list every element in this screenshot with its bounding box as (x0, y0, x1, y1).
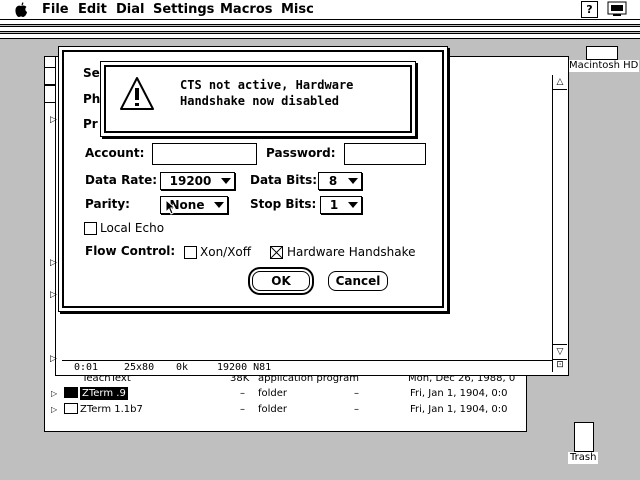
chevron-down-icon (221, 178, 231, 184)
window-title-edge (0, 19, 640, 25)
alert-message: CTS not active, Hardware Handshake now d… (180, 77, 353, 109)
terminal-status-bar: 0:01 25x80 0k 19200 N81 (62, 360, 552, 375)
flow-control-label: Flow Control: (85, 244, 176, 258)
alert-message-line: Handshake now disabled (180, 94, 339, 108)
chevron-down-icon (348, 178, 358, 184)
xon-xoff-checkbox[interactable] (184, 246, 197, 259)
account-label: Account: (85, 146, 145, 160)
chevron-down-icon (214, 202, 224, 208)
application-menu-icon[interactable] (607, 1, 629, 17)
help-menu-icon[interactable]: ? (581, 1, 598, 18)
menu-file[interactable]: File (42, 1, 69, 18)
stop-bits-label: Stop Bits: (250, 197, 317, 211)
hardware-handshake-checkbox[interactable] (270, 246, 283, 259)
status-size: 25x80 (124, 362, 155, 373)
chevron-down-icon (348, 202, 358, 208)
trash-label[interactable]: Trash (568, 452, 599, 464)
ok-button[interactable]: OK (252, 271, 310, 291)
disclosure-triangle-icon[interactable]: ▷ (50, 354, 57, 364)
dialog-partial-label: Se (83, 66, 100, 80)
data-bits-popup[interactable]: 8 (318, 172, 362, 190)
disclosure-triangle-icon[interactable]: ▷ (50, 258, 57, 268)
apple-menu-icon[interactable] (13, 1, 29, 18)
data-bits-label: Data Bits: (250, 173, 318, 187)
local-echo-label[interactable]: Local Echo (100, 221, 164, 236)
disclosure-triangle-icon[interactable]: ▷ (50, 115, 57, 125)
vertical-scrollbar[interactable]: △ ▽ ⊡ (552, 75, 567, 372)
local-echo-checkbox[interactable] (84, 222, 97, 235)
list-item[interactable]: ▷ ZTerm .9 – folder – Fri, Jan 1, 1904, … (50, 387, 520, 400)
menu-bar: File Edit Dial Settings Macros Misc ? (0, 0, 640, 20)
parity-label: Parity: (85, 197, 130, 211)
dialog-partial-label: Ph (83, 92, 101, 106)
disclosure-triangle-icon[interactable]: ▷ (50, 290, 57, 300)
menu-misc[interactable]: Misc (281, 1, 314, 18)
cancel-button[interactable]: Cancel (328, 271, 388, 291)
window-title-edge (0, 26, 640, 32)
disclosure-triangle-icon[interactable]: ▷ (51, 403, 57, 416)
menu-settings[interactable]: Settings (153, 1, 214, 18)
alert-message-line: CTS not active, Hardware (180, 78, 354, 92)
hard-disk-icon[interactable] (586, 46, 618, 60)
menu-macros[interactable]: Macros (220, 1, 273, 18)
menu-dial[interactable]: Dial (116, 1, 144, 18)
scroll-up-arrow-icon[interactable]: △ (553, 75, 567, 90)
trash-icon[interactable] (574, 422, 594, 452)
xon-xoff-label[interactable]: Xon/Xoff (200, 245, 251, 260)
list-item[interactable]: ▷ ZTerm 1.1b7 – folder – Fri, Jan 1, 190… (50, 403, 520, 416)
menu-edit[interactable]: Edit (78, 1, 107, 18)
data-rate-label: Data Rate: (85, 173, 158, 187)
alert-dialog: CTS not active, Hardware Handshake now d… (100, 61, 416, 137)
status-mode: 19200 N81 (217, 362, 272, 373)
status-buffer: 0k (176, 362, 189, 373)
disclosure-triangle-icon[interactable]: ▷ (51, 387, 57, 400)
dialog-partial-label: Pr (83, 117, 98, 131)
resize-box-icon[interactable]: ⊡ (553, 358, 567, 372)
password-label: Password: (266, 146, 336, 160)
password-field[interactable] (344, 143, 426, 165)
data-rate-popup[interactable]: 19200 (160, 172, 235, 190)
stop-bits-popup[interactable]: 1 (320, 196, 362, 214)
mouse-pointer-icon (165, 199, 175, 215)
status-time: 0:01 (74, 362, 99, 373)
hardware-handshake-label[interactable]: Hardware Handshake (287, 245, 415, 260)
window-title-edge (0, 33, 640, 39)
account-field[interactable] (152, 143, 257, 165)
hard-disk-label[interactable]: Macintosh HD (568, 60, 640, 72)
caution-icon (120, 77, 154, 110)
